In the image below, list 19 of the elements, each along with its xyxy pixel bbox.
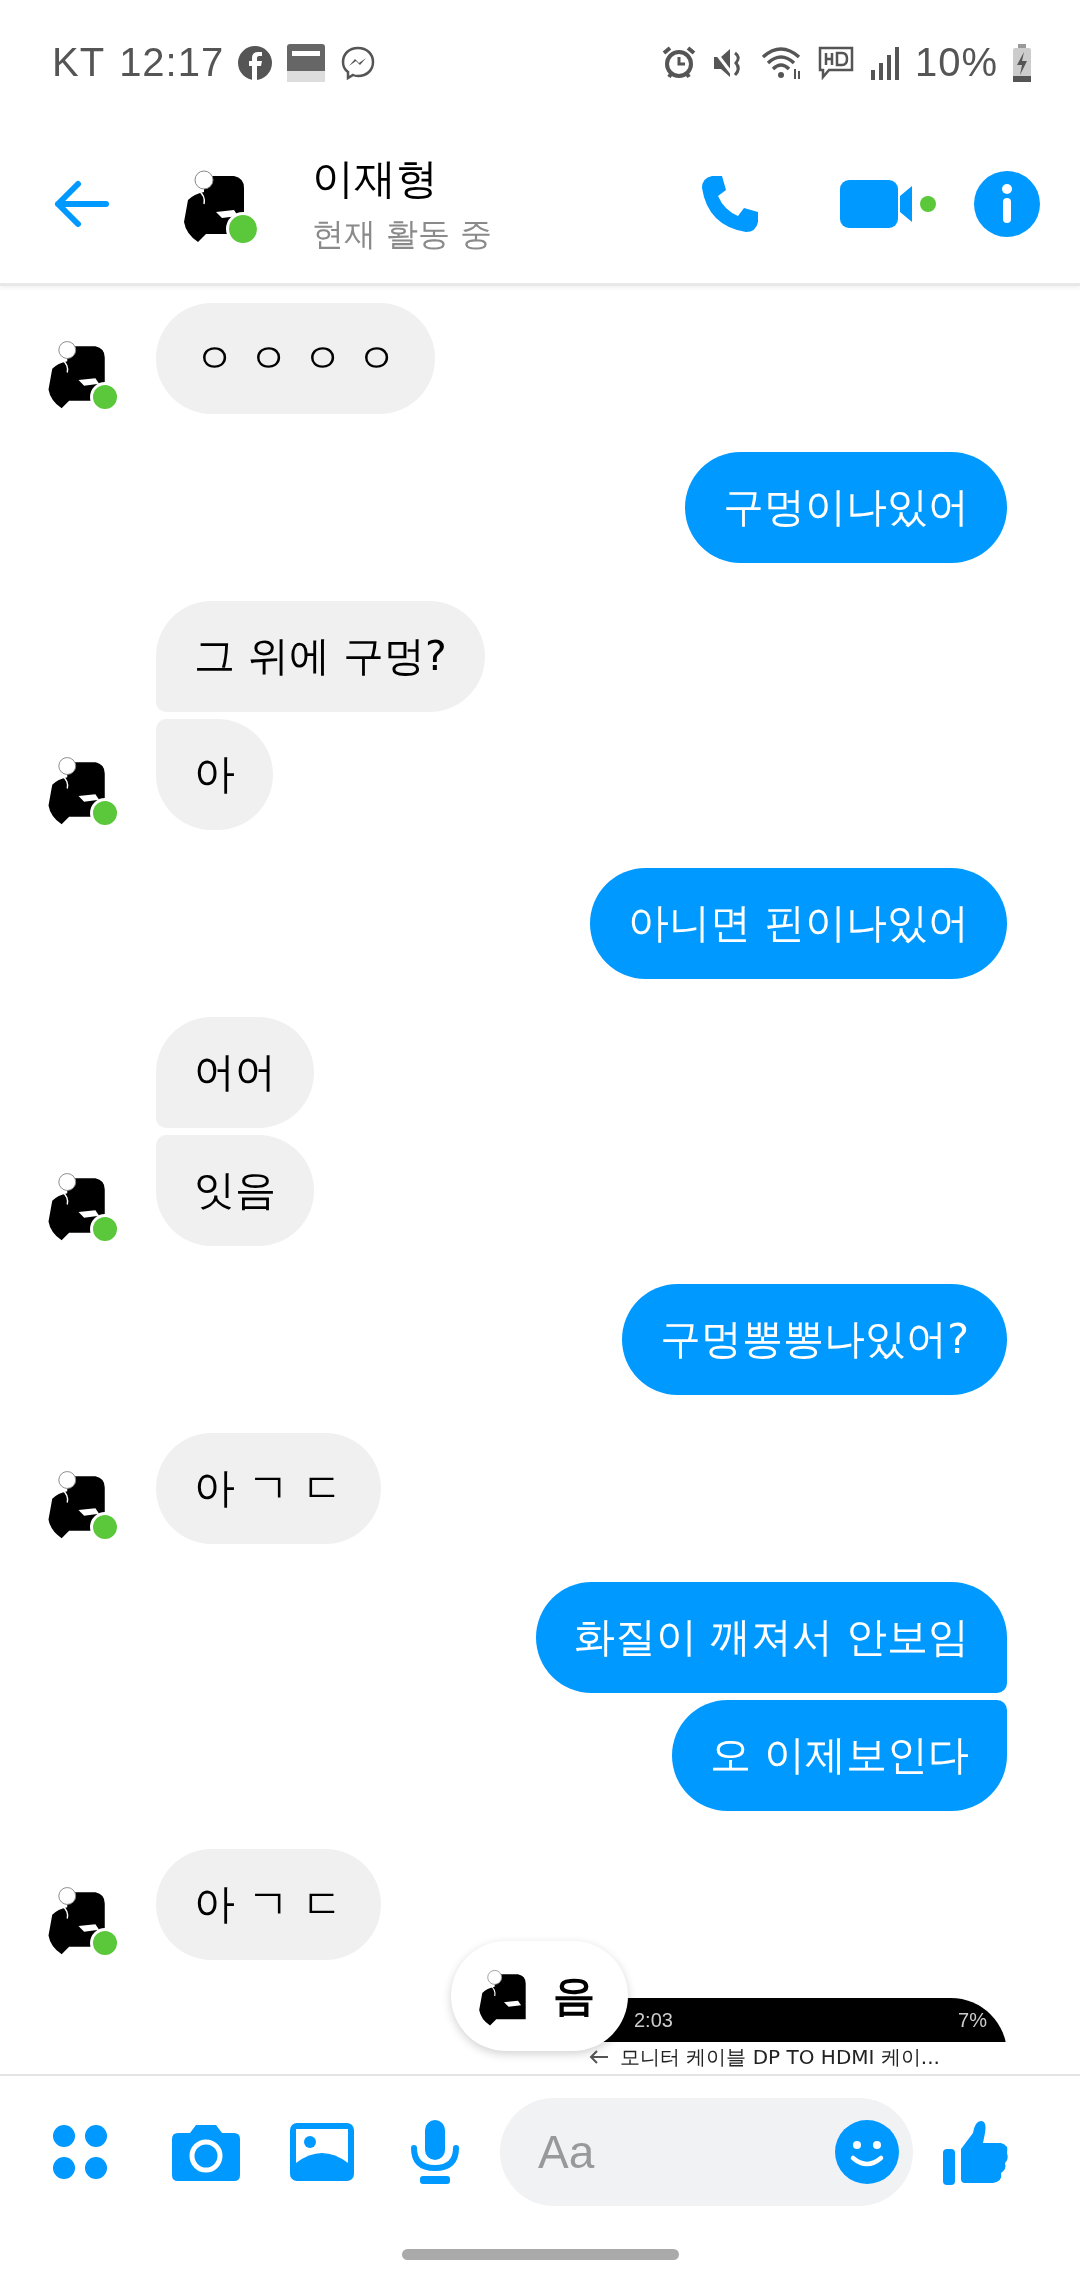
screenshot-clock: 2:03 [634, 2008, 673, 2032]
message-bubble: 아니면 핀이나있어 [589, 868, 1007, 979]
message-bubble: 구멍뽕뽕나있어? [622, 1284, 1007, 1395]
active-status: 현재 활동 중 [312, 214, 493, 255]
message-bubble: 그 위에 구멍? [156, 601, 485, 712]
message-bubble: 잇음 [156, 1135, 314, 1246]
message-bubble: 어어 [156, 1017, 314, 1128]
message-bubble: 오 이제보인다 [671, 1700, 1007, 1811]
message-bubble: 구멍이나있어 [685, 452, 1007, 563]
message-bubble: 아 ㄱ ㄷ [156, 1849, 382, 1960]
carrier-text: KT [52, 40, 106, 85]
message-bubble: ㅇ ㅇ ㅇ ㅇ [156, 303, 436, 414]
message-bubble: 화질이 깨져서 안보임 [535, 1582, 1007, 1693]
clock-text: 12:17 [119, 40, 225, 85]
screenshot-battery: 7% [958, 2008, 987, 2032]
message-bubble: 아 [156, 719, 273, 830]
battery-text: 10% [914, 40, 998, 85]
message-bubble: 아 ㄱ ㄷ [156, 1433, 382, 1544]
contact-name: 이재형 [312, 153, 439, 205]
